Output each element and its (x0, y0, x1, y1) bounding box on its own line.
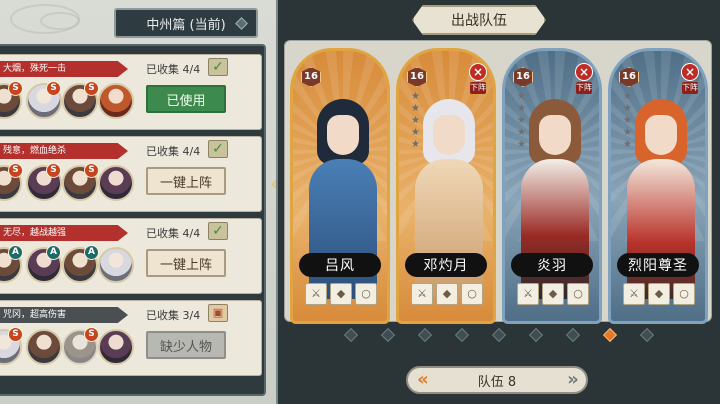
team-page-dot[interactable] (491, 327, 507, 343)
hero-name: 烈阳尊圣 (617, 253, 699, 277)
ring-icon[interactable]: ○ (567, 283, 589, 305)
sword-icon[interactable]: ⚔ (623, 283, 645, 305)
armor-icon[interactable]: ◆ (542, 283, 564, 305)
sword-icon[interactable]: ⚔ (305, 283, 327, 305)
hero-avatar[interactable] (26, 329, 62, 365)
grade-s-icon: S (8, 163, 23, 178)
combo-entry: 咒冈，超高伤害 已收集 3/4 ▣ S S 缺少人物 (0, 300, 262, 376)
hero-face (327, 115, 359, 155)
team-label: 队伍 8 (477, 374, 517, 390)
team-page-dot[interactable] (417, 327, 433, 343)
collected-count: 已收集 4/4 (146, 145, 201, 158)
equipment-slots: ⚔ ◆ ○ (517, 283, 591, 305)
equipment-slots: ⚔ ◆ ○ (623, 283, 697, 305)
prev-team-arrow-icon[interactable]: « (414, 370, 432, 390)
hero-card[interactable]: 16 ★ ★ ★ ★ ★ × 下阵 烈阳尊圣 ⚔ ◆ ○ (608, 48, 708, 324)
close-icon: × (469, 63, 487, 81)
team-page-dot[interactable] (454, 327, 470, 343)
check-icon: ✓ (208, 222, 228, 240)
hero-name: 吕风 (299, 253, 381, 277)
ring-icon[interactable]: ○ (461, 283, 483, 305)
armor-icon[interactable]: ◆ (330, 283, 352, 305)
hero-avatar[interactable] (98, 247, 134, 283)
grade-a-icon: A (8, 245, 23, 260)
armor-icon[interactable]: ◆ (648, 283, 670, 305)
hero-robe (627, 159, 695, 299)
team-page-dot[interactable] (528, 327, 544, 343)
team-pager (340, 327, 660, 344)
ring-icon[interactable]: ○ (355, 283, 377, 305)
next-team-arrow-icon[interactable]: » (564, 370, 582, 390)
grade-s-icon: S (84, 81, 99, 96)
hero-avatars: S S S (0, 163, 140, 205)
hero-robe (521, 159, 589, 299)
hero-avatar[interactable] (98, 165, 134, 201)
hero-face (539, 115, 571, 155)
armor-icon[interactable]: ◆ (436, 283, 458, 305)
combo-banner: 大烟，殊死一击 (0, 61, 128, 77)
cloud-decoration (40, 12, 80, 30)
hero-face (645, 115, 677, 155)
team-page-dot[interactable] (565, 327, 581, 343)
one-click-deploy-button[interactable]: 一键上阵 (146, 167, 226, 195)
team-switcher: 队伍 8 (406, 366, 588, 394)
hero-robe (415, 159, 483, 299)
check-icon: ✓ (208, 58, 228, 76)
grade-s-icon: S (84, 327, 99, 342)
grade-a-icon: A (84, 245, 99, 260)
equipment-slots: ⚔ ◆ ○ (305, 283, 379, 305)
close-icon: × (575, 63, 593, 81)
hero-face (433, 115, 465, 155)
hero-robe (309, 159, 377, 299)
team-page-dot[interactable] (343, 327, 359, 343)
sword-icon[interactable]: ⚔ (411, 283, 433, 305)
combo-list[interactable]: 大烟，殊死一击 已收集 4/4 ✓ S S S 已使用 残意，燃血绝杀 已收集 … (0, 44, 266, 396)
panel-title: 出战队伍 (412, 5, 546, 35)
hero-name: 邓灼月 (405, 253, 487, 277)
sword-icon[interactable]: ⚔ (517, 283, 539, 305)
equipment-slots: ⚔ ◆ ○ (411, 283, 485, 305)
grade-s-icon: S (8, 81, 23, 96)
chapter-selector[interactable]: 中州篇 (当前) (114, 8, 258, 38)
ring-icon[interactable]: ○ (673, 283, 695, 305)
combo-banner: 残意，燃血绝杀 (0, 143, 128, 159)
hero-avatars: S S (0, 327, 140, 369)
hero-avatar[interactable] (98, 329, 134, 365)
hero-card[interactable]: 16 ★ ★ ★ ★ ★ × 下阵 炎羽 ⚔ ◆ ○ (502, 48, 602, 324)
hero-avatars: A A A (0, 245, 140, 287)
collected-count: 已收集 4/4 (146, 227, 201, 240)
gift-box-icon: ▣ (208, 304, 228, 322)
hero-avatar[interactable] (98, 83, 134, 119)
diamond-icon (235, 17, 248, 30)
hero-avatars: S S S (0, 81, 140, 123)
collected-count: 已收集 4/4 (146, 63, 201, 76)
grade-s-icon: S (84, 163, 99, 178)
hero-name: 炎羽 (511, 253, 593, 277)
team-page-dot[interactable] (639, 327, 655, 343)
missing-hero-button[interactable]: 缺少人物 (146, 331, 226, 359)
combo-banner: 无尽，越战越强 (0, 225, 128, 241)
hero-card[interactable]: 16 ★ ★ ★ ★ ★ × 下阵 邓灼月 ⚔ ◆ ○ (396, 48, 496, 324)
team-page-dot[interactable] (602, 327, 618, 343)
combo-used-button[interactable]: 已使用 (146, 85, 226, 113)
grade-s-icon: S (46, 163, 61, 178)
collected-count: 已收集 3/4 (146, 309, 201, 322)
hero-card[interactable]: 16 吕风 ⚔ ◆ ○ (290, 48, 390, 324)
grade-s-icon: S (46, 81, 61, 96)
team-page-dot[interactable] (380, 327, 396, 343)
combo-entry: 大烟，殊死一击 已收集 4/4 ✓ S S S 已使用 (0, 54, 262, 130)
grade-a-icon: A (46, 245, 61, 260)
combo-entry: 残意，燃血绝杀 已收集 4/4 ✓ S S S 一键上阵 (0, 136, 262, 212)
close-icon: × (681, 63, 699, 81)
combo-entry: 无尽，越战越强 已收集 4/4 ✓ A A A 一键上阵 (0, 218, 262, 294)
chapter-title: 中州篇 (当前) (146, 17, 226, 33)
check-icon: ✓ (208, 140, 228, 158)
combo-banner: 咒冈，超高伤害 (0, 307, 128, 323)
one-click-deploy-button[interactable]: 一键上阵 (146, 249, 226, 277)
grade-s-icon: S (8, 327, 23, 342)
